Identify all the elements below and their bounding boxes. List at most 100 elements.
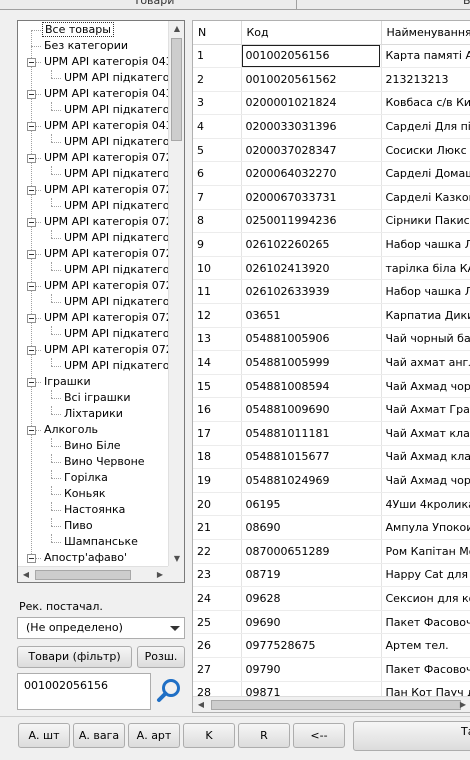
- cell-n[interactable]: 22: [193, 539, 242, 564]
- cell-code[interactable]: 0200033031396: [241, 114, 382, 139]
- table-row[interactable]: 1001002056156Карта памяті Ар: [193, 44, 470, 69]
- cell-name[interactable]: 4Уши 4кролика: [381, 492, 470, 517]
- tree-category-item[interactable]: UPM API категорія 07240: [42, 342, 168, 358]
- back-button[interactable]: <--: [293, 723, 345, 748]
- tree-category-item[interactable]: UPM API категорія 07240: [42, 310, 168, 326]
- collapse-icon[interactable]: [27, 122, 36, 131]
- a-weight-button[interactable]: А. вага: [73, 723, 125, 748]
- cell-n[interactable]: 26: [193, 633, 242, 658]
- tree-category-item[interactable]: Без категории: [42, 38, 130, 54]
- tree-subcategory-item[interactable]: UPM API підкатегорія: [62, 262, 168, 278]
- cell-code[interactable]: 026102413920: [241, 256, 382, 281]
- cell-n[interactable]: 3: [193, 91, 242, 116]
- cell-code[interactable]: 08719: [241, 563, 382, 588]
- grid-hscroll-thumb[interactable]: [211, 700, 461, 710]
- cell-name[interactable]: Чай Ахмад чорн: [381, 468, 470, 493]
- cell-n[interactable]: 17: [193, 421, 242, 446]
- tree-category-item[interactable]: UPM API категорія 07232: [42, 182, 168, 198]
- cell-code[interactable]: 0200001021824: [241, 91, 382, 116]
- table-row[interactable]: 10 026102413920 тарілка біла КА: [193, 256, 470, 281]
- tree-subcategory-item[interactable]: UPM API підкатегорія: [62, 294, 168, 310]
- table-row[interactable]: 13 054881005906 Чай чорный ба: [193, 327, 470, 352]
- cell-code[interactable]: 054881008594: [241, 374, 382, 399]
- cell-n[interactable]: 15: [193, 374, 242, 399]
- table-row[interactable]: 7 0200067033731 Сарделі Казкові: [193, 185, 470, 210]
- cell-name[interactable]: Ром Капітан Мо: [381, 539, 470, 564]
- cell-name[interactable]: Карпатиа Дикий: [381, 303, 470, 328]
- cell-n[interactable]: 23: [193, 563, 242, 588]
- tree-subcategory-item[interactable]: UPM API підкатегорія: [62, 326, 168, 342]
- tree-category-item[interactable]: Алкоголь: [42, 422, 100, 438]
- cell-name[interactable]: Ковбаса с/в Киї: [381, 91, 470, 116]
- cell-code[interactable]: 054881015677: [241, 445, 382, 470]
- cell-name[interactable]: Чай Ахмат Граф: [381, 397, 470, 422]
- category-tree[interactable]: Все товары Без категории UPM API категорія…: [17, 20, 185, 583]
- column-header-name[interactable]: Найменування: [381, 21, 470, 45]
- table-row[interactable]: 21 08690 Ампула Упокои: [193, 515, 470, 540]
- tree-subcategory-item[interactable]: UPM API підкатегорія: [62, 70, 168, 86]
- tree-subcategory-item[interactable]: UPM API підкатегорія: [62, 166, 168, 182]
- table-row[interactable]: 22 087000651289 Ром Капітан Мо: [193, 539, 470, 564]
- table-row[interactable]: 8 0250011994236 Сірники Пакист: [193, 209, 470, 234]
- cell-code[interactable]: 087000651289: [241, 539, 382, 564]
- cell-name[interactable]: Сірники Пакист: [381, 209, 470, 234]
- cell-code[interactable]: 09790: [241, 657, 382, 682]
- tree-category-item[interactable]: Все товары: [42, 22, 114, 38]
- tree-subcategory-item[interactable]: Горілка: [62, 470, 110, 486]
- table-row[interactable]: 17 054881011181 Чай Ахмат клас: [193, 421, 470, 446]
- tree-category-item[interactable]: UPM API категорія 07240: [42, 278, 168, 294]
- cell-name[interactable]: Чай Ахмат клас: [381, 421, 470, 446]
- cell-code[interactable]: 054881011181: [241, 421, 382, 446]
- a-article-button[interactable]: А. арт: [128, 723, 180, 748]
- cell-name[interactable]: Набор чашка Л: [381, 279, 470, 305]
- collapse-icon[interactable]: [27, 90, 36, 99]
- cell-n[interactable]: 2: [193, 67, 242, 92]
- table-row[interactable]: 26 0977528675 Артем тел.: [193, 633, 470, 658]
- cell-name[interactable]: Чай Ахмад клас: [381, 445, 470, 470]
- cell-code[interactable]: 09690: [241, 610, 382, 635]
- supplier-select[interactable]: (Не определено): [17, 617, 185, 639]
- tree-subcategory-item[interactable]: Ліхтарики: [62, 406, 125, 422]
- cell-code[interactable]: 054881024969: [241, 468, 382, 493]
- cell-n[interactable]: 14: [193, 350, 242, 375]
- tree-hscroll-thumb[interactable]: [35, 570, 131, 580]
- tree-subcategory-item[interactable]: Всі іграшки: [62, 390, 133, 406]
- cell-n[interactable]: 10: [193, 256, 242, 281]
- cell-code[interactable]: 09628: [241, 586, 382, 611]
- products-filter-button[interactable]: Товари (фільтр): [17, 646, 132, 668]
- tree-subcategory-item[interactable]: Вино Біле: [62, 438, 123, 454]
- tree-category-item[interactable]: Іграшки: [42, 374, 93, 390]
- cell-name[interactable]: Сарделі Для пік: [381, 114, 470, 139]
- tree-subcategory-item[interactable]: UPM API підкатегорія: [62, 198, 168, 214]
- table-row[interactable]: 2409628Сексион для кот: [193, 586, 470, 611]
- collapse-icon[interactable]: [27, 250, 36, 259]
- cell-n[interactable]: 13: [193, 327, 242, 352]
- cell-n[interactable]: 7: [193, 185, 242, 210]
- table-row[interactable]: 14 054881005999 Чай ахмат англ: [193, 350, 470, 375]
- table-row[interactable]: 16 054881009690 Чай Ахмат Граф: [193, 397, 470, 422]
- cell-n[interactable]: 19: [193, 468, 242, 493]
- cell-name[interactable]: Ампула Упокои: [381, 515, 470, 540]
- scroll-right-icon[interactable]: ▶: [152, 567, 168, 582]
- cell-code[interactable]: 03651: [241, 303, 382, 328]
- cell-code[interactable]: 054881009690: [241, 397, 382, 422]
- extended-button[interactable]: Розш.: [137, 646, 185, 668]
- table-row[interactable]: 2 001002056156​2 213213213: [193, 67, 470, 92]
- right-action-button[interactable]: Та: [353, 721, 470, 751]
- cell-n[interactable]: 20: [193, 492, 242, 517]
- cell-code[interactable]: 0977528675: [241, 633, 382, 658]
- cell-n[interactable]: 16: [193, 397, 242, 422]
- tree-vertical-scrollbar[interactable]: ▲ ▼: [168, 21, 184, 567]
- cell-name[interactable]: Чай Ахмад чорн: [381, 374, 470, 399]
- collapse-icon[interactable]: [27, 58, 36, 67]
- collapse-icon[interactable]: [27, 186, 36, 195]
- tree-category-item[interactable]: UPM API категорія 07232: [42, 214, 168, 230]
- cell-n[interactable]: 18: [193, 445, 242, 470]
- tree-scroll-thumb[interactable]: [171, 38, 182, 141]
- tree-category-item[interactable]: UPM API категорія 04302: [42, 54, 168, 70]
- scroll-left-icon[interactable]: ◀: [18, 567, 34, 582]
- cell-n[interactable]: 9: [193, 232, 242, 257]
- cell-name[interactable]: Сарделі Домаш: [381, 161, 470, 187]
- scroll-left-icon[interactable]: ◀: [193, 697, 209, 712]
- cell-n[interactable]: 21: [193, 515, 242, 540]
